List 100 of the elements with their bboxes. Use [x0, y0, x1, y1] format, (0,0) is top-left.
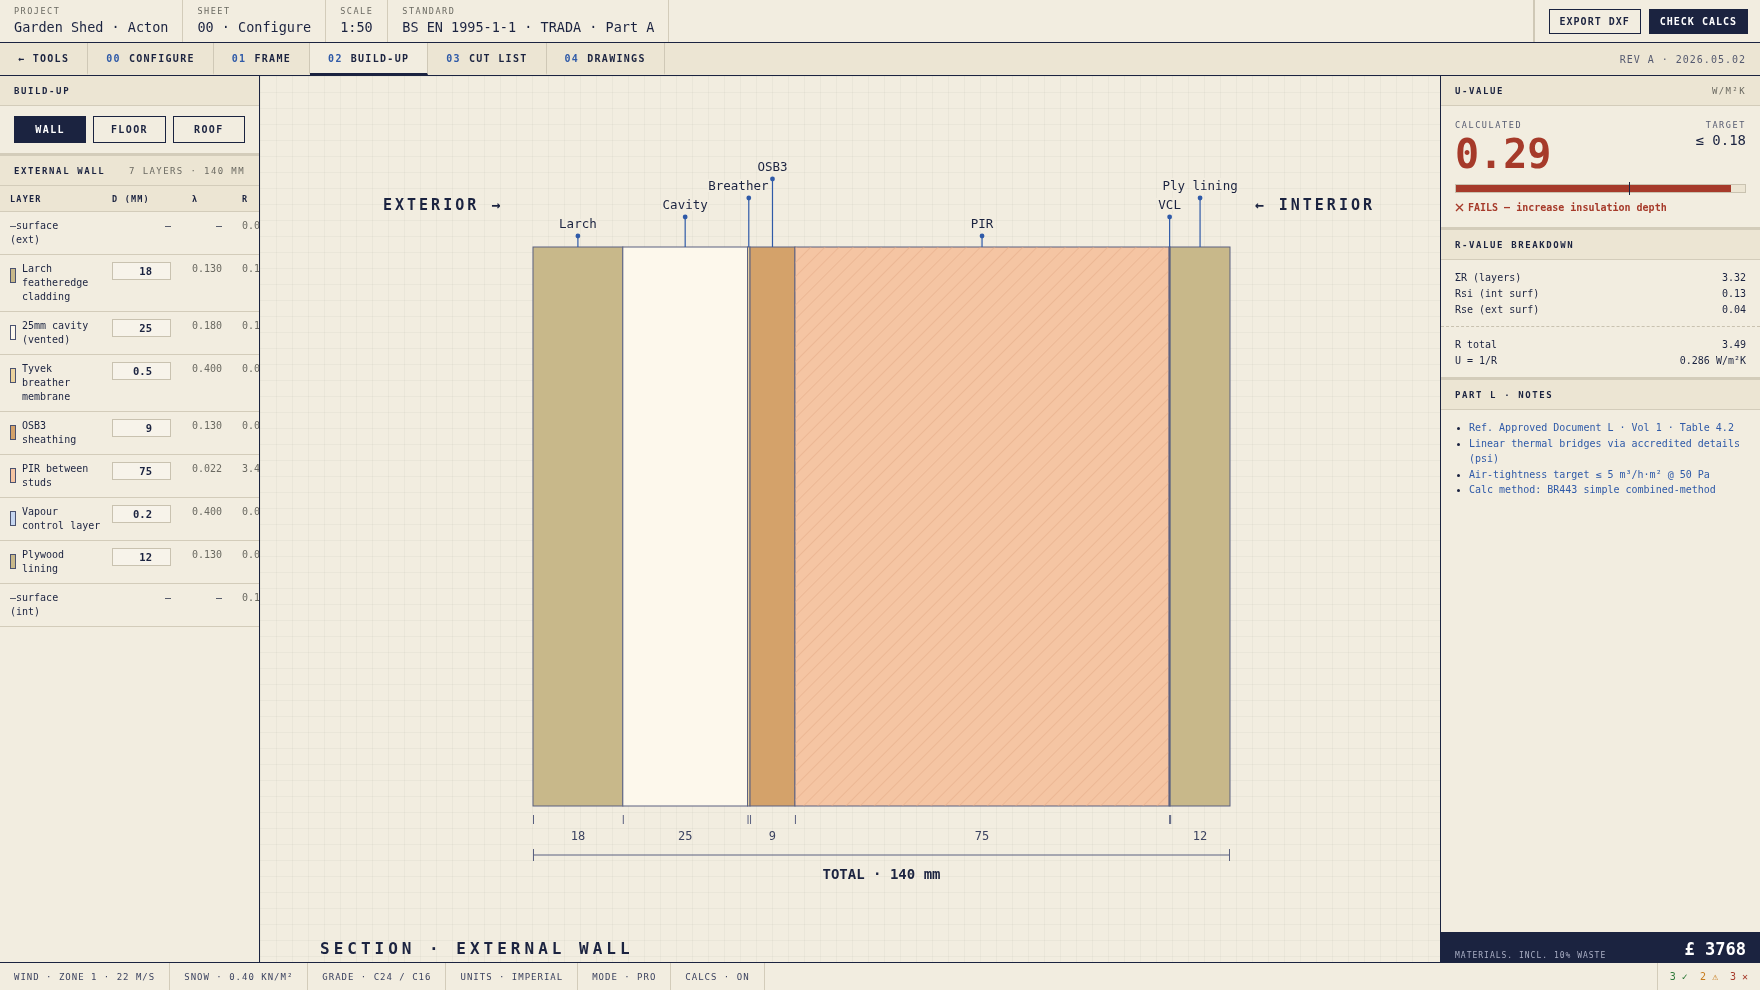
thickness-field[interactable]: 0.2 [112, 505, 171, 523]
check-counter: 2 ⚠ [1699, 971, 1718, 982]
table-cell-text: — [163, 219, 171, 233]
leader-line [746, 195, 752, 248]
type-toggle[interactable]: ROOF [172, 116, 245, 143]
calculated-label: CALCULATED [1455, 120, 1523, 130]
layer-label: Ply lining [1162, 178, 1238, 193]
bullet-icon [1457, 427, 1460, 430]
column-header: LAYER [10, 192, 43, 206]
leader-line [575, 233, 581, 248]
materials-total: £ 3768 [1684, 938, 1746, 960]
table-cell-text: 0.130 [190, 262, 222, 276]
panel-title: PART L · NOTES [1455, 389, 1554, 400]
section-title: EXTERNAL WALL [14, 165, 106, 176]
total-label: TOTAL · 140 mm [822, 866, 941, 882]
secondary-button[interactable]: EXPORT DXF [1548, 8, 1641, 34]
primary-button[interactable]: CHECK CALCS [1648, 8, 1748, 34]
table-cell-text: 0.180 [190, 319, 222, 333]
layer-name: OSB3 sheathing [22, 419, 78, 447]
layer-label: VCL [1158, 197, 1181, 212]
table-cell-text: 3.4 [241, 462, 259, 476]
interior-label: ← INTERIOR [1254, 196, 1375, 214]
breakdown-value: 0.04 [1721, 303, 1746, 317]
table-cell-text: 0.400 [190, 362, 222, 376]
status-item: SNOW · 0.40 KN/M² [170, 963, 309, 990]
breakdown-value: 0.13 [1721, 287, 1746, 301]
dimension-label: 25 [677, 829, 693, 843]
field-value: Garden Shed · Acton [14, 19, 169, 35]
layer-label: OSB3 [757, 159, 788, 174]
field-value: 00 · Configure [197, 19, 312, 35]
thickness-field[interactable]: 18 [112, 262, 171, 280]
column-header: D (MM) [112, 192, 151, 206]
field-label: STANDARD [402, 6, 457, 16]
table-cell-text: 0.022 [190, 462, 222, 476]
thickness-field[interactable]: 9 [112, 419, 171, 437]
layer-name: —surface (int) [10, 591, 60, 619]
layer-name: 25mm cavity (vented) [22, 319, 90, 347]
table-cell-text: 0.130 [190, 548, 222, 562]
status-item: MODE · PRO [578, 963, 672, 990]
section-meta: 7 LAYERS · 140 MM [129, 165, 245, 176]
thickness-field[interactable]: 0.5 [112, 362, 171, 380]
breakdown-label: Rsi (int surf) [1455, 287, 1540, 301]
layer-label: PIR [970, 216, 994, 231]
section-caption: SECTION · EXTERNAL WALL [320, 939, 634, 958]
total-label: U = 1/R [1455, 354, 1498, 368]
table-cell-text: 0.0 [241, 419, 259, 433]
materials-label: MATERIALS. INCL. 10% WASTE [1455, 951, 1607, 960]
field-value: BS EN 1995-1-1 · TRADA · Part A [402, 19, 655, 35]
nav-tab[interactable]: 02 BUILD-UP [310, 43, 429, 75]
field-label: PROJECT [14, 6, 62, 16]
note-text: Ref. Approved Document L · Vol 1 · Table 4.2 [1469, 421, 1734, 435]
layer-name: Larch featheredge cladding [22, 262, 90, 304]
dimension-label: 9 [768, 829, 777, 843]
layer-label: Cavity [662, 197, 708, 212]
revision-label: REV A · 2026.05.02 [1619, 53, 1746, 65]
breakdown-value: 3.32 [1721, 271, 1746, 285]
table-cell-text: — [214, 591, 222, 605]
panel-title: R-VALUE BREAKDOWN [1455, 239, 1575, 250]
check-counter: 3 ✕ [1729, 971, 1748, 982]
table-cell-text: 0.0 [241, 505, 259, 519]
note-text: Calc method: BR443 simple combined-method [1469, 483, 1716, 497]
field-label: SCALE [340, 6, 374, 16]
nav-tab[interactable]: 00 CONFIGURE [88, 43, 214, 75]
back-tab[interactable]: ← TOOLS [0, 43, 89, 75]
target-marker [1629, 182, 1631, 195]
table-cell-text: 0.0 [241, 548, 259, 562]
nav-tab[interactable]: 04 DRAWINGS [546, 43, 665, 75]
unit-label: W/M²K [1711, 85, 1746, 96]
field-label: SHEET [197, 6, 232, 16]
leader-line [1167, 214, 1173, 248]
target-label: TARGET [1705, 120, 1746, 130]
layer-name: Vapour control layer [22, 505, 102, 533]
status-item: CALCS · ON [671, 963, 765, 990]
thickness-field[interactable]: 12 [112, 548, 171, 566]
type-toggle[interactable]: WALL [14, 116, 87, 143]
leader-line [1197, 195, 1203, 248]
field-value: 1:50 [340, 19, 374, 35]
nav-tab[interactable]: 03 CUT LIST [428, 43, 547, 75]
layer-name: Plywood lining [22, 548, 66, 576]
status-item: UNITS · IMPERIAL [446, 963, 579, 990]
total-value: 0.286 W/m²K [1679, 354, 1746, 368]
dimension-label: 75 [974, 829, 990, 843]
layer-label: Breather [708, 178, 769, 193]
dimension-label: 18 [570, 829, 586, 843]
total-value: 3.49 [1721, 338, 1746, 352]
status-item: WIND · ZONE 1 · 22 M/S [0, 963, 171, 990]
table-cell-text: 0.1 [241, 319, 259, 333]
breakdown-label: ΣR (layers) [1455, 271, 1522, 285]
note-text: Linear thermal bridges via accredited details (psi) [1469, 436, 1741, 466]
dimension-label: 12 [1192, 829, 1208, 843]
u-value: 0.29 [1455, 132, 1552, 176]
check-counter: 3 ✓ [1669, 971, 1688, 982]
table-cell-text: 0.400 [190, 505, 222, 519]
thickness-field[interactable]: 75 [112, 462, 171, 480]
leader-line [979, 233, 985, 248]
type-toggle[interactable]: FLOOR [93, 116, 166, 143]
layer-name: Tyvek breather membrane [22, 362, 72, 404]
thickness-field[interactable]: 25 [112, 319, 171, 337]
bullet-icon [1457, 489, 1460, 492]
table-cell-text: — [163, 591, 171, 605]
